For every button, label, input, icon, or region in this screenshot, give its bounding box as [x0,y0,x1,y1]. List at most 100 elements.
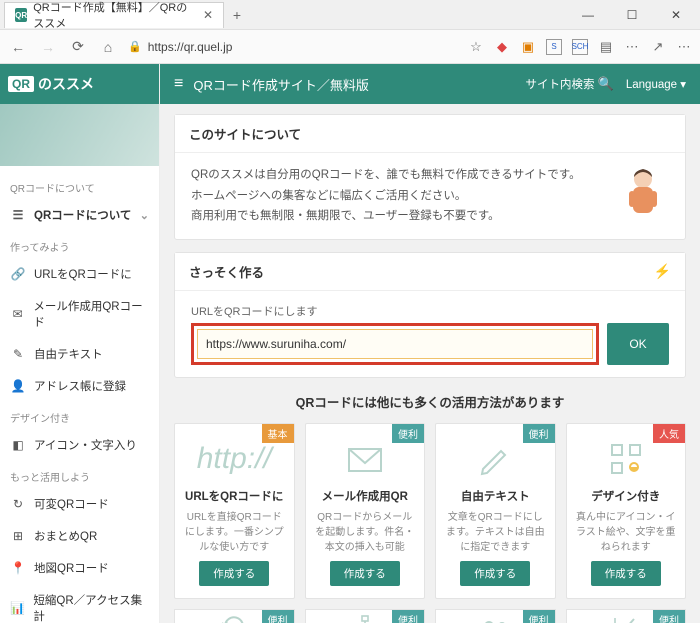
tile-url[interactable]: 基本 http:// URLをQRコードに URLを直接QRコードにします。一番… [174,423,295,599]
star-icon[interactable]: ☆ [468,39,484,55]
ext-icon-3[interactable]: S [546,39,562,55]
url-text: https://qr.quel.jp [148,40,233,54]
badge-basic: 基本 [262,424,294,443]
pencil-icon [444,438,547,480]
chart-line-icon [611,614,641,623]
tile-mail[interactable]: 便利 メール作成用QR QRコードからメールを起動します。件名・本文の挿入も可能… [305,423,426,599]
nav-section-2: 作ってみよう [0,231,159,258]
ext-icon-5[interactable]: ⋯ [624,39,640,55]
tile-row2-2[interactable]: 便利 [305,609,426,623]
pin-icon: 📍 [10,561,26,575]
ok-button[interactable]: OK [607,323,669,365]
about-card: このサイトについて QRのススメは自分用のQRコードを、誰でも無料で作成できるサ… [174,114,686,240]
url-input[interactable] [197,329,593,359]
logo-text: のススメ [38,74,94,94]
nav-back-button[interactable]: ← [8,39,28,55]
window-minimize-button[interactable]: — [568,2,608,28]
nav-reload-button[interactable]: ⟳ [68,38,88,55]
tile-title: メール作成用QR [314,488,417,504]
grid-title: QRコードには他にも多くの活用方法があります [174,392,686,411]
woman-illustration [617,165,669,221]
reading-icon[interactable]: ▤ [598,39,614,55]
nav-short-qr[interactable]: 📊 短縮QR／アクセス集計 [0,584,159,623]
site-logo[interactable]: QR のススメ [0,64,159,104]
hero-image [0,104,159,166]
nav-label: アドレス帳に登録 [34,378,126,394]
refresh-icon [219,614,249,623]
nav-mail-qr[interactable]: ✉ メール作成用QRコード [0,290,159,338]
nav-map-qr[interactable]: 📍 地図QRコード [0,552,159,584]
badge-useful: 便利 [262,610,294,623]
browser-tab[interactable]: QR QRコード作成【無料】／QRのススメ ✕ [4,2,224,28]
window-close-button[interactable]: ✕ [656,2,696,28]
nav-label: URLをQRコードに [34,266,132,282]
badge-useful: 便利 [523,424,555,443]
hamburger-icon[interactable]: ≡ [174,75,183,93]
tile-row2-1[interactable]: 便利 [174,609,295,623]
page-title: QRコード作成サイト／無料版 [193,75,369,94]
ext-icon-1[interactable]: ◆ [494,39,510,55]
nav-forward-button: → [38,39,58,55]
qr-design-icon [575,438,678,480]
nav-label: 自由テキスト [34,346,103,362]
address-bar[interactable]: 🔒 https://qr.quel.jp [128,40,458,54]
language-switcher[interactable]: Language ▾ [626,77,686,91]
create-button[interactable]: 作成する [591,561,661,586]
tile-desc: URLを直接QRコードにします。一番シンプルな使い方です [183,510,286,555]
tile-design[interactable]: 人気 デザイン付き 真ん中にアイコン・イラスト絵や、文字を重ねられます 作成する [566,423,687,599]
tab-title: QRコード作成【無料】／QRのススメ [33,0,197,31]
nav-label: メール作成用QRコード [33,298,149,330]
tile-row2-4[interactable]: 便利 [566,609,687,623]
tile-desc: 真ん中にアイコン・イラスト絵や、文字を重ねられます [575,510,678,555]
nav-variable-qr[interactable]: ↻ 可変QRコード [0,488,159,520]
ext-icon-4[interactable]: SCH [572,39,588,55]
tile-row2-3[interactable]: 便利 [435,609,556,623]
chart-icon: 📊 [10,601,25,615]
envelope-icon [314,438,417,480]
badge-useful: 便利 [653,610,685,623]
list-icon: ☰ [10,208,26,222]
create-button[interactable]: 作成する [460,561,530,586]
nav-section-4: もっと活用しよう [0,461,159,488]
close-tab-icon[interactable]: ✕ [203,8,213,22]
quick-create-card: さっそく作る ⚡ URLをQRコードにします OK [174,252,686,378]
sidebar-nav: QRコードについて ☰ QRコードについて 作ってみよう 🔗 URLをQRコード… [0,166,159,623]
about-line-3: 商用利用でも無制限・無期限で、ユーザー登録も不要です。 [191,206,607,227]
nav-batch-qr[interactable]: ⊞ おまとめQR [0,520,159,552]
nav-section-3: デザイン付き [0,402,159,429]
create-button[interactable]: 作成する [199,561,269,586]
nav-label: アイコン・文字入り [34,437,137,453]
link-icon: 🔗 [10,267,26,281]
about-title: このサイトについて [175,115,685,153]
new-tab-button[interactable]: + [224,7,250,23]
bolt-icon: ⚡ [654,263,671,280]
nav-about-qr[interactable]: ☰ QRコードについて [0,199,159,231]
tile-title: 自由テキスト [444,488,547,504]
nav-label: 可変QRコード [34,496,109,512]
tile-text[interactable]: 便利 自由テキスト 文章をQRコードにします。テキストは自由に指定できます 作成… [435,423,556,599]
nav-text-qr[interactable]: ✎ 自由テキスト [0,338,159,370]
window-maximize-button[interactable]: ☐ [612,2,652,28]
badge-useful: 便利 [523,610,555,623]
lock-icon: 🔒 [128,40,142,53]
nav-label: 短縮QR／アクセス集計 [33,592,149,623]
quick-title: さっそく作る [189,262,264,281]
design-icon: ◧ [10,438,26,452]
share-icon[interactable]: ↗ [650,39,666,55]
menu-icon[interactable]: ⋯ [676,39,692,55]
main-header: ≡ QRコード作成サイト／無料版 サイト内検索 🔍 Language ▾ [160,64,700,104]
mail-icon: ✉ [10,307,25,321]
nav-home-button[interactable]: ⌂ [98,39,118,55]
ext-icon-2[interactable]: ▣ [520,39,536,55]
tile-desc: 文章をQRコードにします。テキストは自由に指定できます [444,510,547,555]
site-search-link[interactable]: サイト内検索 🔍 [525,76,613,92]
nav-url-qr[interactable]: 🔗 URLをQRコードに [0,258,159,290]
sitemap-icon [350,614,380,623]
grid-icon: ⊞ [10,529,26,543]
nav-contact-qr[interactable]: 👤 アドレス帳に登録 [0,370,159,402]
create-button[interactable]: 作成する [330,561,400,586]
nav-design-qr[interactable]: ◧ アイコン・文字入り [0,429,159,461]
nav-label: 地図QRコード [34,560,109,576]
refresh-icon: ↻ [10,497,26,511]
search-icon: 🔍 [598,76,614,91]
